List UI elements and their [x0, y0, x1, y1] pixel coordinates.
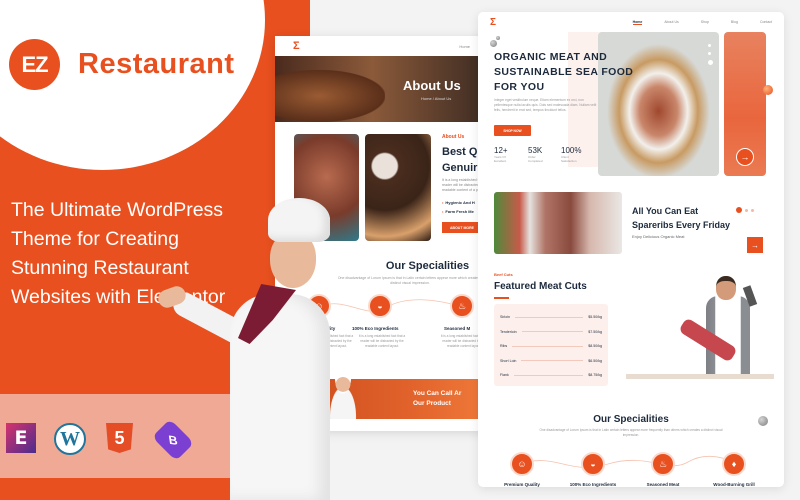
promo-arrow-button[interactable]: →: [747, 237, 763, 253]
price-row: Tenderloin $7.50/kg: [500, 329, 602, 334]
shop-now-button[interactable]: SHOP NOW: [494, 125, 531, 136]
about-hero-banner: About Us Home / About Us: [275, 56, 490, 122]
hero-text: Integer eget vestibulum neque. Etiam ele…: [494, 98, 597, 112]
brand-logo: EZ: [9, 39, 60, 90]
elementor-icon: E: [6, 423, 36, 453]
hero-slider-dots[interactable]: [708, 44, 713, 65]
about-more-button[interactable]: ABOUT MORE: [442, 222, 482, 233]
cta-text: You Can Call Ar Our Product: [413, 390, 462, 407]
title-underline: [494, 297, 509, 299]
promo-subtitle: Enjoy Delicious Organic Meat: [632, 234, 685, 239]
promo-title: All You Can Eat Spareribs Every Friday: [632, 206, 731, 230]
stat-years: 12+ Years Of Excellent: [494, 146, 508, 163]
site-logo-icon[interactable]: Σ: [293, 40, 300, 52]
speciality-label: 100% Eco Ingredients: [352, 326, 399, 331]
speciality-label: Seasoned Meat: [646, 482, 680, 487]
specialities-subtitle: One disadvantage of Lorum Ipsum is that …: [539, 428, 723, 437]
decorative-pebble: [490, 40, 497, 47]
bowl-icon: ◒: [368, 294, 392, 318]
brand-name: Restaurant: [78, 48, 235, 80]
brand: EZ Restaurant: [9, 39, 235, 90]
bowl-icon: ◒: [581, 452, 605, 476]
price-row: Sirloin $5.50/kg: [500, 315, 602, 320]
hero-food-image: [275, 70, 385, 122]
about-image-table-dishes: [365, 134, 431, 241]
speciality-label: Premium Quality: [504, 482, 540, 487]
promo-slider-dots[interactable]: [736, 207, 754, 213]
wordpress-icon: W: [54, 423, 86, 455]
about-hero-title: About Us: [403, 78, 461, 93]
specialities-subtitle: One disadvantage of Lorum Ipsum is that …: [337, 276, 483, 285]
chef-image: [155, 198, 330, 500]
price-row: Flank $8.75/kg: [500, 373, 602, 378]
spareribs-image: [494, 192, 622, 254]
nav-link-blog[interactable]: Blog: [731, 20, 738, 25]
nav-links: Home About Us Shop Blog Contact: [632, 20, 772, 25]
flame-icon: ♦: [722, 452, 746, 476]
home-preview-nav: Σ Home About Us Shop Blog Contact: [478, 12, 784, 32]
nav-link-shop[interactable]: Shop: [701, 20, 709, 25]
speciality-label: Wood-Burning Grill: [713, 482, 755, 487]
drumstick-icon: ♨: [450, 294, 474, 318]
next-slide-button[interactable]: →: [736, 148, 754, 166]
price-row: Ribs $8.50/kg: [500, 344, 602, 349]
decorative-pebble: [496, 36, 500, 40]
speciality-label: 100% Eco Ingredients: [569, 482, 617, 487]
meat-cuts-price-list: Sirloin $5.50/kg Tenderloin $7.50/kg Ribs $…: [494, 304, 608, 386]
specialities-wave-line: [517, 455, 744, 468]
price-row: Short Loin $6.50/kg: [500, 358, 602, 363]
speciality-desc: It is a long established fact that a rea…: [358, 334, 406, 348]
specialities-title: Our Specialities: [593, 414, 669, 425]
about-bullet: Hygienic And H: [442, 200, 474, 205]
about-label: About Us: [442, 134, 465, 140]
home-page-preview: Σ Home About Us Shop Blog Contact ORGANI…: [478, 12, 784, 487]
about-preview-nav: Σ Home: [275, 36, 490, 56]
quality-icon: ☺: [510, 452, 534, 476]
drumstick-icon: ♨: [651, 452, 675, 476]
stat-satisfaction: 100% Client Satisfaction: [561, 146, 582, 163]
hero-title: ORGANIC MEAT AND SUSTAINABLE SEA FOOD FO…: [494, 51, 634, 93]
nav-link-contact[interactable]: Contact: [760, 20, 772, 25]
nav-link-about[interactable]: About Us: [664, 20, 678, 25]
nav-link-home[interactable]: Home: [632, 20, 643, 25]
nav-link-home[interactable]: Home: [459, 44, 470, 49]
site-logo-icon[interactable]: Σ: [490, 17, 496, 28]
breadcrumb[interactable]: Home / About Us: [421, 96, 451, 101]
about-bullet: Farm Fresh Me: [442, 209, 473, 214]
decorative-orb: [763, 85, 773, 95]
stat-orders: 53K Order Completed: [528, 146, 543, 163]
cuts-title: Featured Meat Cuts: [494, 281, 587, 292]
html5-icon: 5: [106, 423, 133, 453]
speciality-label: Seasoned M: [444, 326, 471, 331]
cuts-label: Beef Cuts: [494, 272, 513, 277]
butcher-image: [626, 274, 776, 386]
